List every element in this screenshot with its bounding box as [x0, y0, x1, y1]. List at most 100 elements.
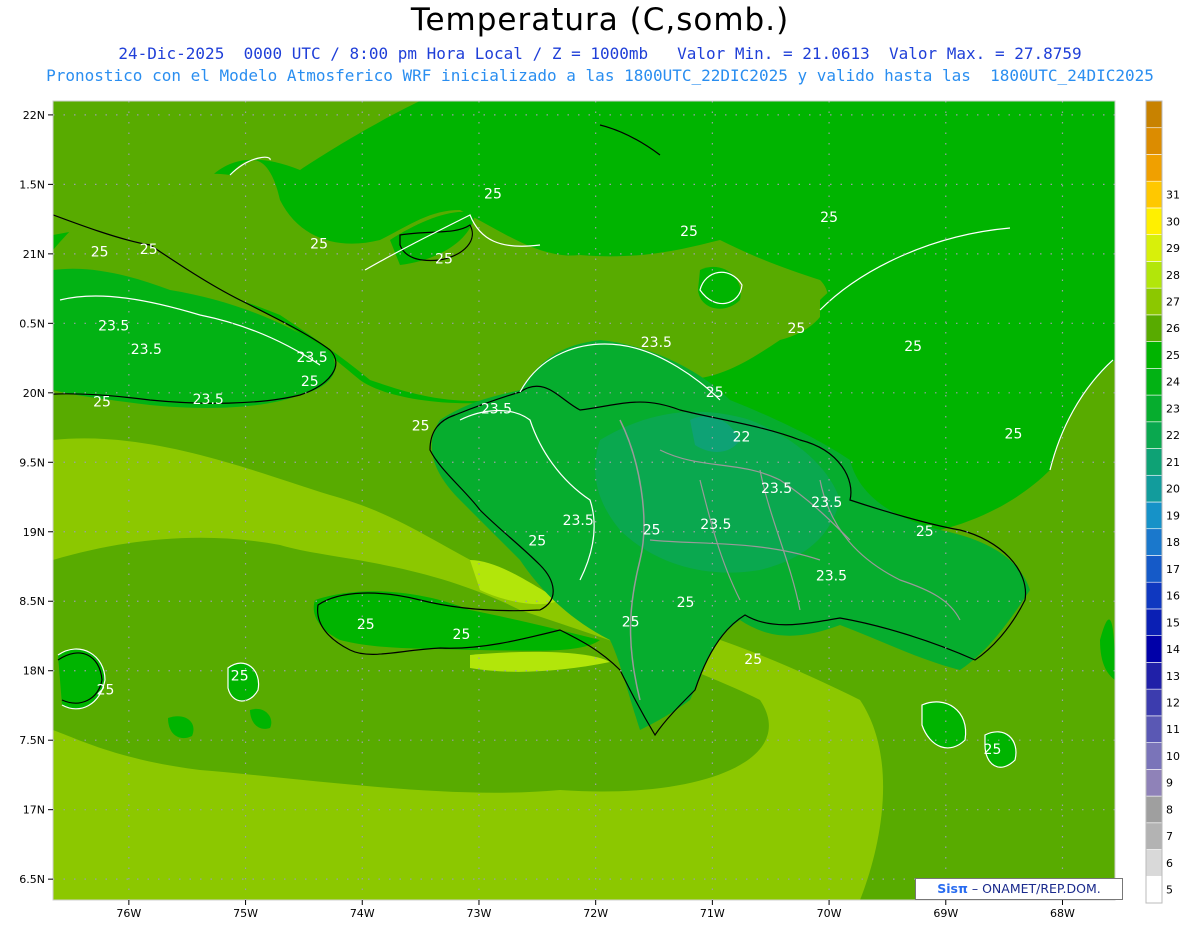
contour-label: 25: [97, 682, 115, 698]
colorbar-label: 30: [1166, 215, 1180, 228]
colorbar-label: 18: [1166, 536, 1180, 549]
contour-label: 25: [680, 224, 698, 240]
colorbar-swatch: [1145, 127, 1163, 155]
colorbar-swatch: [1145, 314, 1163, 342]
colorbar-label: 29: [1166, 242, 1180, 255]
colorbar: 5 6 7 8 9 10 11 12 13 14 15 16 17 18 19 20 21 22 23 24 25 26 2…: [1145, 100, 1180, 904]
colorbar-swatch: [1145, 555, 1163, 583]
colorbar-label: 6: [1166, 857, 1173, 870]
colorbar-label: 15: [1166, 616, 1180, 629]
contour-label: 25: [357, 617, 375, 633]
contour-label: 25: [820, 210, 838, 226]
contour-label: 25: [435, 252, 453, 268]
y-tick-label: 1.5N: [19, 178, 45, 191]
colorbar-label: 10: [1166, 750, 1180, 763]
sispi-logo: Sisπ: [937, 881, 968, 896]
colorbar-label: 26: [1166, 322, 1180, 335]
colorbar-swatch: [1145, 581, 1163, 610]
colorbar-label: 13: [1166, 670, 1180, 683]
contour-label: 25: [528, 534, 546, 550]
contour-label: 25: [643, 523, 661, 539]
y-tick-label: 17N: [23, 804, 45, 817]
colorbar-swatch: [1145, 608, 1163, 636]
y-tick-label: 20N: [23, 387, 45, 400]
colorbar-swatch: [1145, 635, 1163, 663]
contour-label: 25: [706, 385, 724, 401]
contour-label: 25: [1005, 427, 1023, 443]
contour-label: 23.5: [481, 402, 512, 418]
colorbar-label: 14: [1166, 643, 1180, 656]
contour-label: 23.5: [811, 495, 842, 511]
x-tick-label: 73W: [467, 907, 492, 920]
x-tick-label: 75W: [233, 907, 258, 920]
colorbar-label: 27: [1166, 296, 1180, 309]
colorbar-label: 5: [1166, 884, 1173, 897]
colorbar-swatch: [1145, 207, 1163, 235]
colorbar-label: 23: [1166, 402, 1180, 415]
contour-label: 23.5: [816, 568, 847, 584]
contour-label: 23.5: [98, 318, 129, 334]
colorbar-label: 21: [1166, 456, 1180, 469]
contour-label: 25: [484, 186, 502, 202]
y-tick-label: 6.5N: [19, 873, 45, 886]
colorbar-swatch: [1145, 421, 1163, 449]
contour-label: 25: [231, 668, 249, 684]
colorbar-label: 16: [1166, 590, 1180, 603]
colorbar-swatch: [1145, 448, 1163, 476]
y-tick-label: 18N: [23, 665, 45, 678]
colorbar-label: 12: [1166, 697, 1180, 710]
y-tick-label: 8.5N: [19, 595, 45, 608]
x-tick-label: 72W: [583, 907, 608, 920]
colorbar-label: 11: [1166, 723, 1180, 736]
contour-label: 25: [310, 236, 328, 252]
colorbar-label: 28: [1166, 269, 1180, 282]
contour-label: 23.5: [296, 350, 327, 366]
colorbar-swatch: [1145, 795, 1163, 824]
x-tick-label: 69W: [933, 907, 958, 920]
contour-label: 23.5: [700, 517, 731, 533]
colorbar-swatch: [1145, 154, 1163, 182]
colorbar-swatch: [1145, 688, 1163, 717]
colorbar-swatch: [1145, 234, 1163, 262]
contour-label: 25: [301, 374, 319, 390]
colorbar-swatch: [1145, 822, 1163, 850]
colorbar-swatch: [1145, 528, 1163, 556]
contour-label: 23.5: [641, 335, 672, 351]
contour-label: 25: [93, 395, 111, 411]
colorbar-swatch: [1145, 287, 1163, 316]
contour-label: 25: [904, 339, 922, 355]
colorbar-swatch: [1145, 769, 1163, 797]
colorbar-label: 22: [1166, 429, 1180, 442]
colorbar-label: 7: [1166, 830, 1173, 843]
contour-label: 25: [787, 321, 805, 337]
credit-text: – ONAMET/REP.DOM.: [971, 881, 1101, 896]
colorbar-swatch: [1145, 394, 1163, 423]
x-tick-label: 74W: [350, 907, 375, 920]
y-tick-label: 21N: [23, 248, 45, 261]
colorbar-swatch: [1145, 849, 1163, 877]
colorbar-label: 9: [1166, 777, 1173, 790]
y-tick-label: 22N: [23, 109, 45, 122]
temperature-map: 25 25 25 25 25 25 25 25 25 25 25 25 25 25 25 25 25 25 25 25…: [19, 100, 1180, 920]
y-tick-label: 7.5N: [19, 734, 45, 747]
y-tick-label: 9.5N: [19, 456, 45, 469]
contour-label: 25: [744, 652, 762, 668]
y-tick-label: 0.5N: [19, 317, 45, 330]
colorbar-swatch: [1145, 715, 1163, 743]
colorbar-swatch: [1145, 875, 1163, 904]
contour-label: 25: [140, 242, 158, 258]
colorbar-label: 19: [1166, 509, 1180, 522]
colorbar-swatch: [1145, 341, 1163, 369]
contour-label: 25: [916, 524, 934, 540]
contour-label: 22: [733, 429, 751, 445]
x-tick-label: 68W: [1050, 907, 1075, 920]
contour-label: 25: [622, 614, 640, 630]
colorbar-swatch: [1145, 474, 1163, 503]
colorbar-label: 8: [1166, 803, 1173, 816]
colorbar-swatch: [1145, 261, 1163, 289]
colorbar-label: 25: [1166, 349, 1180, 362]
contour-label: 25: [91, 245, 109, 261]
credit-box: Sisπ – ONAMET/REP.DOM.: [915, 878, 1123, 900]
colorbar-label: 24: [1166, 376, 1180, 389]
colorbar-swatch: [1145, 501, 1163, 530]
